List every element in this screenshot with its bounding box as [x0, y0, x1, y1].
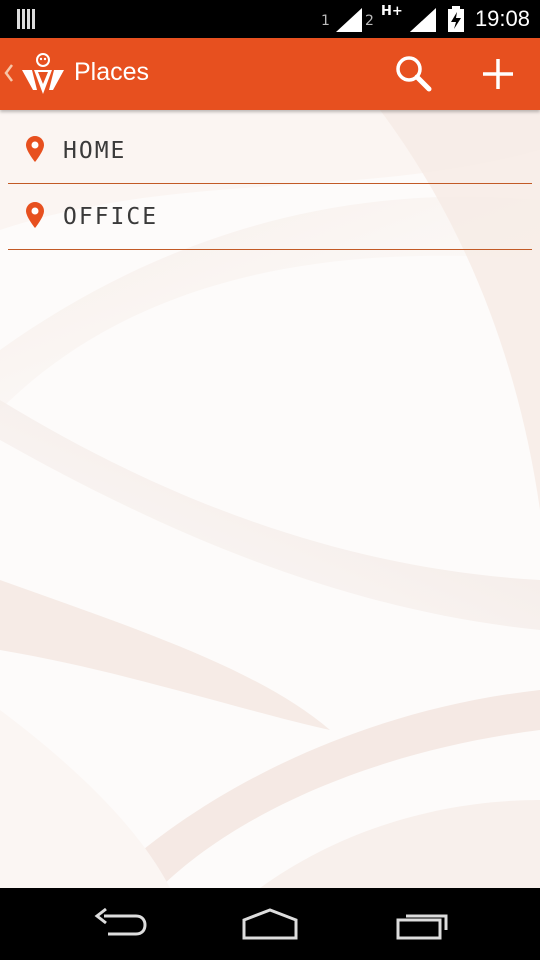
app-logo-icon[interactable]: [20, 52, 66, 98]
status-bar: 1 2 H+ 19:08: [0, 0, 540, 38]
battery-charging-icon: [448, 6, 464, 32]
list-item-home[interactable]: HOME: [8, 118, 532, 184]
network-type-label: H+: [381, 4, 403, 19]
recent-apps-icon[interactable]: [392, 906, 452, 942]
location-pin-icon: [26, 136, 44, 162]
screen: 1 2 H+ 19:08 Places HOME OFFICE: [0, 0, 540, 960]
signal-icon: [336, 8, 362, 32]
location-pin-icon: [26, 202, 44, 228]
notification-icon: [17, 9, 35, 29]
up-navigation-icon[interactable]: [4, 64, 14, 82]
sim2-label: 2: [365, 13, 374, 29]
clock: 19:08: [474, 6, 530, 31]
add-icon[interactable]: [476, 54, 520, 94]
list-item-office[interactable]: OFFICE: [8, 184, 532, 250]
back-icon[interactable]: [90, 906, 150, 942]
app-bar: Places: [0, 38, 540, 110]
system-navigation-bar: [0, 888, 540, 960]
places-list: HOME OFFICE: [8, 118, 532, 250]
place-label: OFFICE: [63, 204, 159, 230]
search-icon[interactable]: [390, 54, 436, 94]
places-content: HOME OFFICE: [0, 110, 540, 888]
signal-icon: [410, 8, 436, 32]
home-icon[interactable]: [240, 906, 300, 942]
place-label: HOME: [63, 138, 127, 164]
page-title: Places: [74, 58, 150, 86]
sim1-label: 1: [321, 13, 330, 29]
